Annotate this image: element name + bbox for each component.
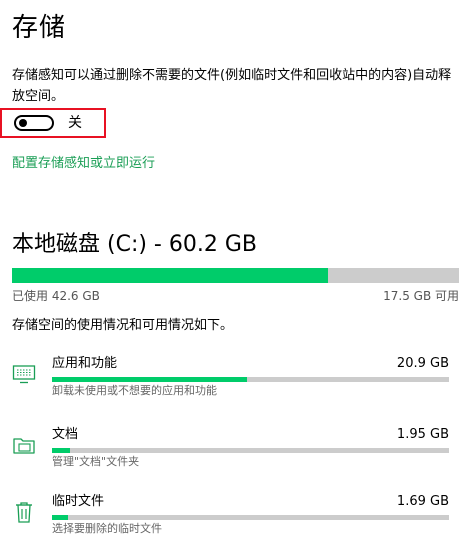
- category-usage-fill: [52, 377, 247, 382]
- page-title: 存储: [12, 13, 67, 43]
- category-usage-bar: [52, 515, 449, 520]
- trash-icon: [12, 500, 36, 524]
- category-name: 文档: [52, 427, 79, 442]
- category-apps-features[interactable]: 应用和功能 20.9 GB 卸载未使用或不想要的应用和功能: [0, 354, 475, 404]
- storage-sense-description: 存储感知可以通过删除不需要的文件(例如临时文件和回收站中的内容)自动释放空间。: [12, 68, 452, 104]
- category-size: 20.9 GB: [396, 356, 449, 371]
- disk-used-label: 已使用 42.6 GB: [12, 289, 100, 303]
- category-temporary-files[interactable]: 临时文件 1.69 GB 选择要删除的临时文件: [0, 492, 475, 542]
- configure-storage-sense-link[interactable]: 配置存储感知或立即运行: [12, 154, 155, 174]
- category-usage-bar: [52, 377, 449, 382]
- category-size: 1.95 GB: [396, 427, 449, 442]
- category-name: 临时文件: [52, 494, 105, 509]
- category-documents[interactable]: 文档 1.95 GB 管理"文档"文件夹: [0, 425, 475, 475]
- category-description: 管理"文档"文件夹: [52, 455, 140, 468]
- disk-free-label: 17.5 GB 可用: [383, 289, 459, 303]
- storage-sense-toggle-highlight: 关: [0, 108, 106, 138]
- category-description: 选择要删除的临时文件: [52, 522, 162, 535]
- category-usage-fill: [52, 448, 70, 453]
- category-name: 应用和功能: [52, 356, 118, 371]
- category-usage-bar: [52, 448, 449, 453]
- disk-usage-bar: [12, 268, 459, 283]
- category-size: 1.69 GB: [396, 494, 449, 509]
- category-description: 卸载未使用或不想要的应用和功能: [52, 384, 217, 397]
- toggle-state-label: 关: [68, 115, 82, 131]
- storage-settings-page: 存储 存储感知可以通过删除不需要的文件(例如临时文件和回收站中的内容)自动释放空…: [0, 0, 475, 547]
- category-usage-fill: [52, 515, 68, 520]
- storage-sense-toggle[interactable]: [14, 115, 54, 131]
- usage-intro-text: 存储空间的使用情况和可用情况如下。: [12, 318, 234, 333]
- folder-icon: [12, 433, 36, 457]
- disk-usage-fill: [12, 268, 329, 283]
- toggle-knob: [19, 119, 27, 127]
- monitor-icon: [12, 362, 36, 386]
- disk-title: 本地磁盘 (C:) - 60.2 GB: [12, 232, 257, 257]
